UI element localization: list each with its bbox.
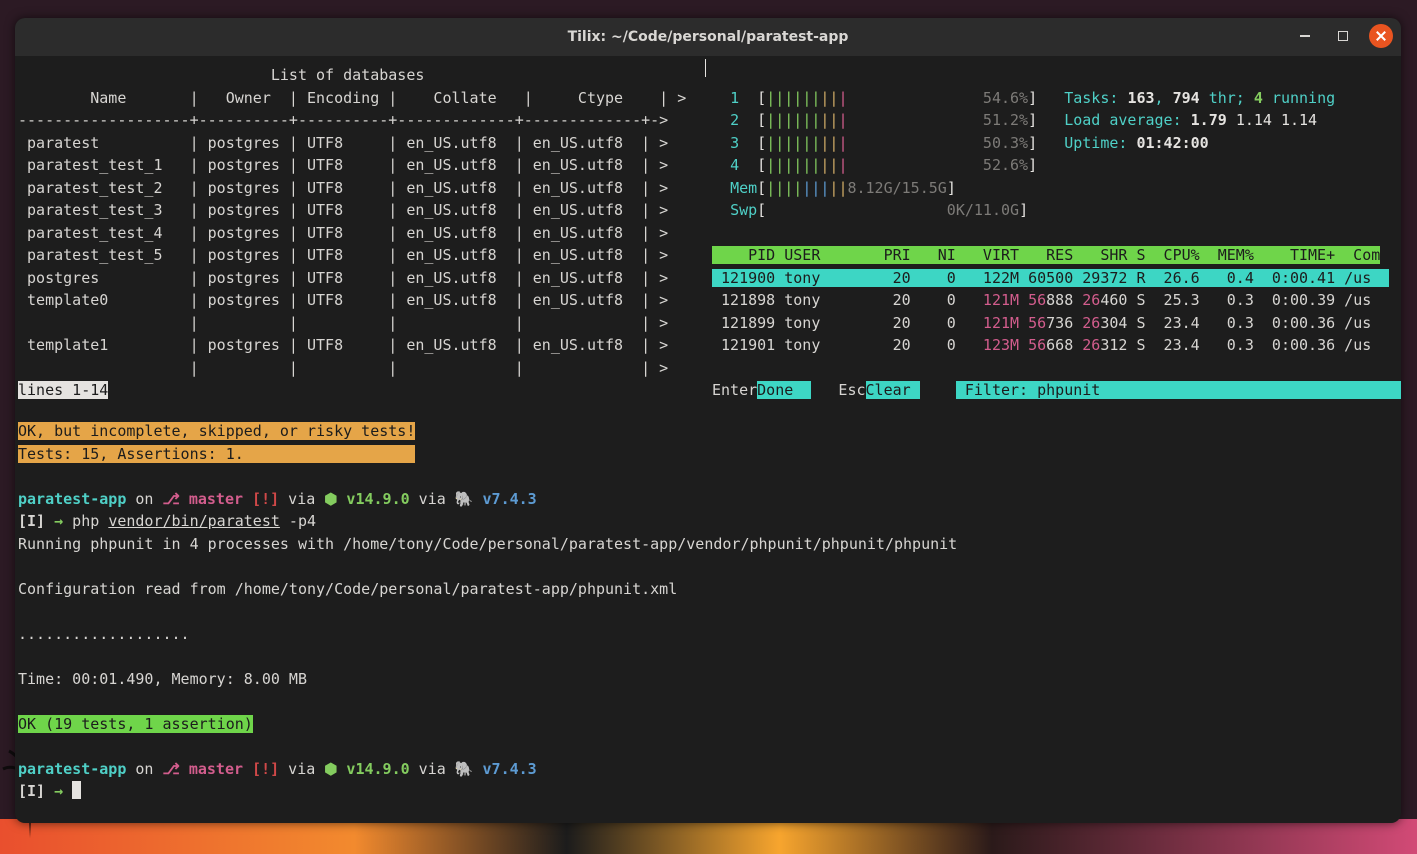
desktop-background [0,819,1417,854]
htop-pane[interactable]: 1 [||||||||| 54.6%] Tasks: 163, 794 thr;… [712,64,1397,402]
close-button[interactable] [1369,24,1393,48]
cursor [72,781,81,799]
window-title: Tilix: ~/Code/personal/paratest-app [568,29,849,45]
psql-pane[interactable]: List of databases Name | Owner | Encodin… [18,64,703,402]
maximize-button[interactable] [1338,31,1348,41]
shell-pane[interactable]: OK, but incomplete, skipped, or risky te… [18,420,1396,803]
tilix-window: Tilix: ~/Code/personal/paratest-app List… [15,18,1401,823]
titlebar[interactable]: Tilix: ~/Code/personal/paratest-app [15,18,1401,56]
pane-divider[interactable] [705,59,706,77]
minimize-button[interactable] [1293,24,1317,48]
